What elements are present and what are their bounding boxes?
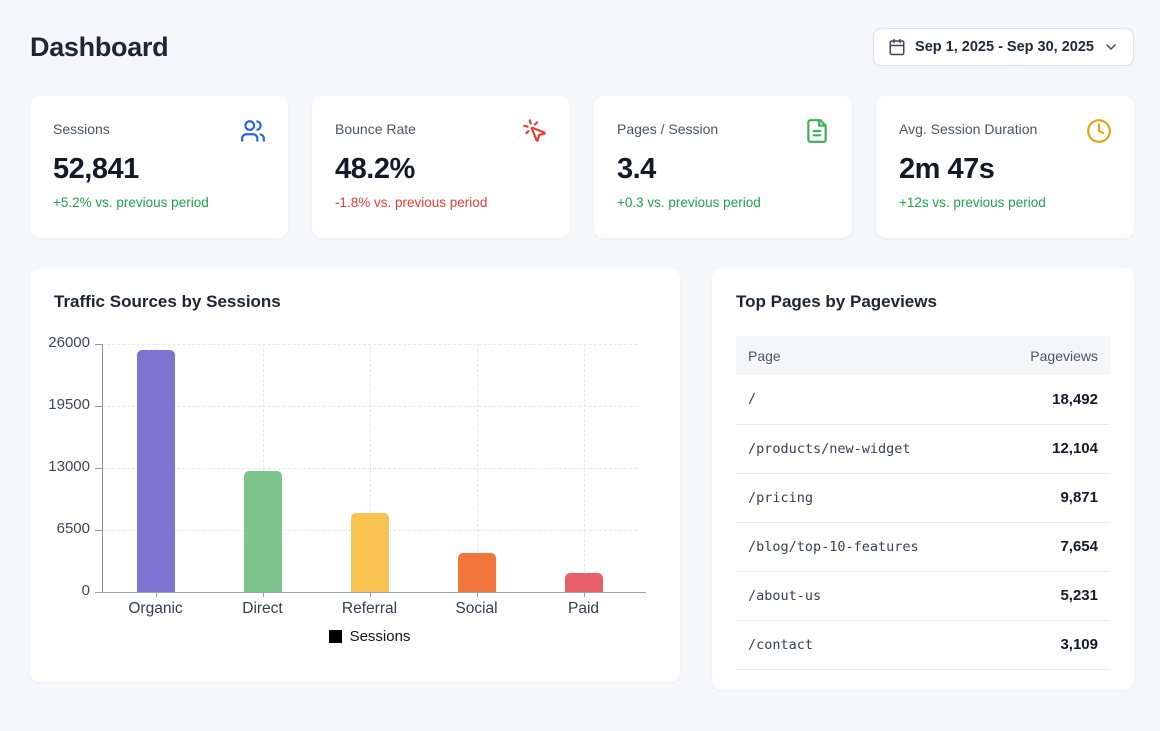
stat-label: Avg. Session Duration <box>899 118 1037 137</box>
stat-card: Sessions 52,841 +5.2% vs. previous perio… <box>30 96 288 238</box>
page-header: Dashboard Sep 1, 2025 - Sep 30, 2025 <box>30 28 1134 66</box>
x-category-label: Organic <box>111 600 201 618</box>
bar-direct[interactable] <box>244 471 282 592</box>
x-category-label: Paid <box>539 600 629 618</box>
table-row: /blog/top-10-features 7,654 <box>736 522 1110 571</box>
pageviews-cell: 12,104 <box>990 424 1110 473</box>
page-path-cell: / <box>736 375 990 424</box>
stat-value: 2m 47s <box>899 153 1112 186</box>
y-tick <box>95 406 102 407</box>
table-row: /products/new-widget 12,104 <box>736 424 1110 473</box>
content-row: Traffic Sources by Sessions 0 6500 13000 19… <box>30 268 1134 690</box>
pageviews-cell: 3,109 <box>990 620 1110 669</box>
bar-chart: 0 6500 13000 19500 26000 Organic Direct Referra… <box>46 332 646 654</box>
y-tick-label: 0 <box>46 582 90 599</box>
y-tick-label: 6500 <box>46 520 90 537</box>
chart-legend: Sessions <box>102 628 637 645</box>
document-icon <box>804 118 830 144</box>
cursor-click-icon <box>522 118 548 144</box>
stat-cards-row: Sessions 52,841 +5.2% vs. previous perio… <box>30 96 1134 238</box>
page-title: Dashboard <box>30 32 168 63</box>
table-header-row: Page Pageviews <box>736 336 1110 375</box>
top-pages-table: Page Pageviews / 18,492 /products/new-wi… <box>736 336 1110 670</box>
y-tick-label: 13000 <box>46 458 90 475</box>
stat-card: Avg. Session Duration 2m 47s +12s vs. pr… <box>876 96 1134 238</box>
page-path-cell: /blog/top-10-features <box>736 522 990 571</box>
x-category-label: Direct <box>218 600 308 618</box>
table-row: /pricing 9,871 <box>736 473 1110 522</box>
legend-swatch <box>329 630 342 643</box>
y-tick <box>95 468 102 469</box>
stat-card: Pages / Session 3.4 +0.3 vs. previous pe… <box>594 96 852 238</box>
x-category-label: Referral <box>325 600 415 618</box>
traffic-sources-chart-panel: Traffic Sources by Sessions 0 6500 13000 19… <box>30 268 680 682</box>
stat-label: Pages / Session <box>617 118 718 137</box>
date-range-picker[interactable]: Sep 1, 2025 - Sep 30, 2025 <box>873 28 1134 66</box>
pageviews-cell: 7,654 <box>990 522 1110 571</box>
clock-icon <box>1086 118 1112 144</box>
stat-value: 3.4 <box>617 153 830 186</box>
column-header-pageviews: Pageviews <box>990 336 1110 375</box>
stat-trend: +5.2% vs. previous period <box>53 195 266 210</box>
stat-trend: -1.8% vs. previous period <box>335 195 548 210</box>
y-tick-label: 26000 <box>46 334 90 351</box>
x-axis <box>95 592 646 593</box>
stat-label: Bounce Rate <box>335 118 416 137</box>
bar-referral[interactable] <box>351 513 389 592</box>
page-path-cell: /contact <box>736 620 990 669</box>
users-icon <box>240 118 266 144</box>
top-pages-panel: Top Pages by Pageviews Page Pageviews / … <box>712 268 1134 690</box>
x-category-label: Social <box>432 600 522 618</box>
table-title: Top Pages by Pageviews <box>736 292 1110 312</box>
page-path-cell: /about-us <box>736 571 990 620</box>
stat-value: 52,841 <box>53 153 266 186</box>
stat-card: Bounce Rate 48.2% -1.8% vs. previous per… <box>312 96 570 238</box>
y-tick <box>95 344 102 345</box>
chart-title: Traffic Sources by Sessions <box>54 292 656 312</box>
y-axis <box>102 344 103 592</box>
page-path-cell: /pricing <box>736 473 990 522</box>
calendar-icon <box>888 38 906 56</box>
pageviews-cell: 5,231 <box>990 571 1110 620</box>
table-row: / 18,492 <box>736 375 1110 424</box>
stat-label: Sessions <box>53 118 110 137</box>
stat-trend: +0.3 vs. previous period <box>617 195 830 210</box>
y-tick <box>95 530 102 531</box>
bar-paid[interactable] <box>565 573 603 592</box>
bar-organic[interactable] <box>137 350 175 592</box>
legend-label: Sessions <box>350 628 411 645</box>
dashboard-page: Dashboard Sep 1, 2025 - Sep 30, 2025 Ses… <box>0 0 1160 690</box>
table-row: /about-us 5,231 <box>736 571 1110 620</box>
table-row: /contact 3,109 <box>736 620 1110 669</box>
y-tick-label: 19500 <box>46 396 90 413</box>
stat-value: 48.2% <box>335 153 548 186</box>
chevron-down-icon <box>1103 39 1119 55</box>
date-range-label: Sep 1, 2025 - Sep 30, 2025 <box>915 39 1094 55</box>
column-header-page: Page <box>736 336 990 375</box>
bar-social[interactable] <box>458 553 496 592</box>
pageviews-cell: 9,871 <box>990 473 1110 522</box>
pageviews-cell: 18,492 <box>990 375 1110 424</box>
stat-trend: +12s vs. previous period <box>899 195 1112 210</box>
gridline <box>584 344 585 592</box>
page-path-cell: /products/new-widget <box>736 424 990 473</box>
